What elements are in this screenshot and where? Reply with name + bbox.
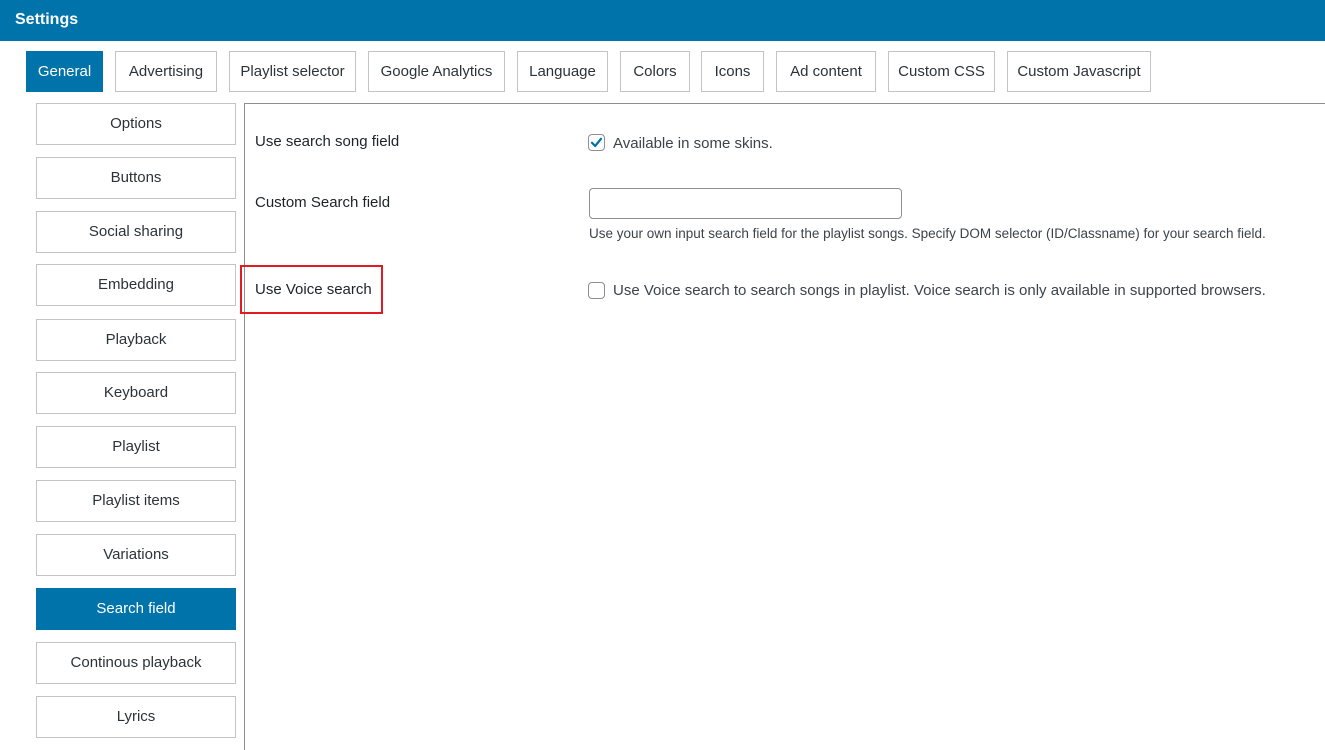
tab-colors[interactable]: Colors bbox=[620, 51, 690, 92]
tab-custom-css[interactable]: Custom CSS bbox=[888, 51, 995, 92]
sidebar-item-keyboard[interactable]: Keyboard bbox=[36, 372, 236, 414]
use-voice-search-text: Use Voice search to search songs in play… bbox=[613, 282, 1266, 299]
tab-icons[interactable]: Icons bbox=[701, 51, 764, 92]
use-search-song-text: Available in some skins. bbox=[613, 135, 773, 152]
sidebar-item-continous-playback[interactable]: Continous playback bbox=[36, 642, 236, 684]
use-search-song-label: Use search song field bbox=[255, 133, 400, 150]
sidebar-item-embedding[interactable]: Embedding bbox=[36, 264, 236, 306]
sidebar-item-variations[interactable]: Variations bbox=[36, 534, 236, 576]
tab-custom-javascript[interactable]: Custom Javascript bbox=[1007, 51, 1151, 92]
sidebar-item-buttons[interactable]: Buttons bbox=[36, 157, 236, 199]
custom-search-label: Custom Search field bbox=[255, 194, 391, 211]
sidebar-item-options[interactable]: Options bbox=[36, 103, 236, 145]
tab-ad-content[interactable]: Ad content bbox=[776, 51, 876, 92]
use-search-song-checkbox[interactable] bbox=[588, 134, 605, 151]
sidebar-item-social-sharing[interactable]: Social sharing bbox=[36, 211, 236, 253]
custom-search-input[interactable] bbox=[589, 188, 902, 219]
use-voice-search-label: Use Voice search bbox=[255, 281, 372, 298]
sidebar-item-lyrics[interactable]: Lyrics bbox=[36, 696, 236, 738]
sidebar-item-search-field[interactable]: Search field bbox=[36, 588, 236, 630]
tab-google-analytics[interactable]: Google Analytics bbox=[368, 51, 505, 92]
tab-advertising[interactable]: Advertising bbox=[115, 51, 217, 92]
sidebar-item-playlist-items[interactable]: Playlist items bbox=[36, 480, 236, 522]
use-voice-search-checkbox[interactable] bbox=[588, 282, 605, 299]
tab-playlist-selector[interactable]: Playlist selector bbox=[229, 51, 356, 92]
checkmark-icon bbox=[590, 137, 603, 148]
settings-header: Settings bbox=[0, 0, 1325, 41]
sidebar-item-playlist[interactable]: Playlist bbox=[36, 426, 236, 468]
custom-search-description: Use your own input search field for the … bbox=[589, 226, 1266, 241]
tab-language[interactable]: Language bbox=[517, 51, 608, 92]
tab-general[interactable]: General bbox=[26, 51, 103, 92]
sidebar-item-playback[interactable]: Playback bbox=[36, 319, 236, 361]
page-title: Settings bbox=[15, 11, 79, 28]
